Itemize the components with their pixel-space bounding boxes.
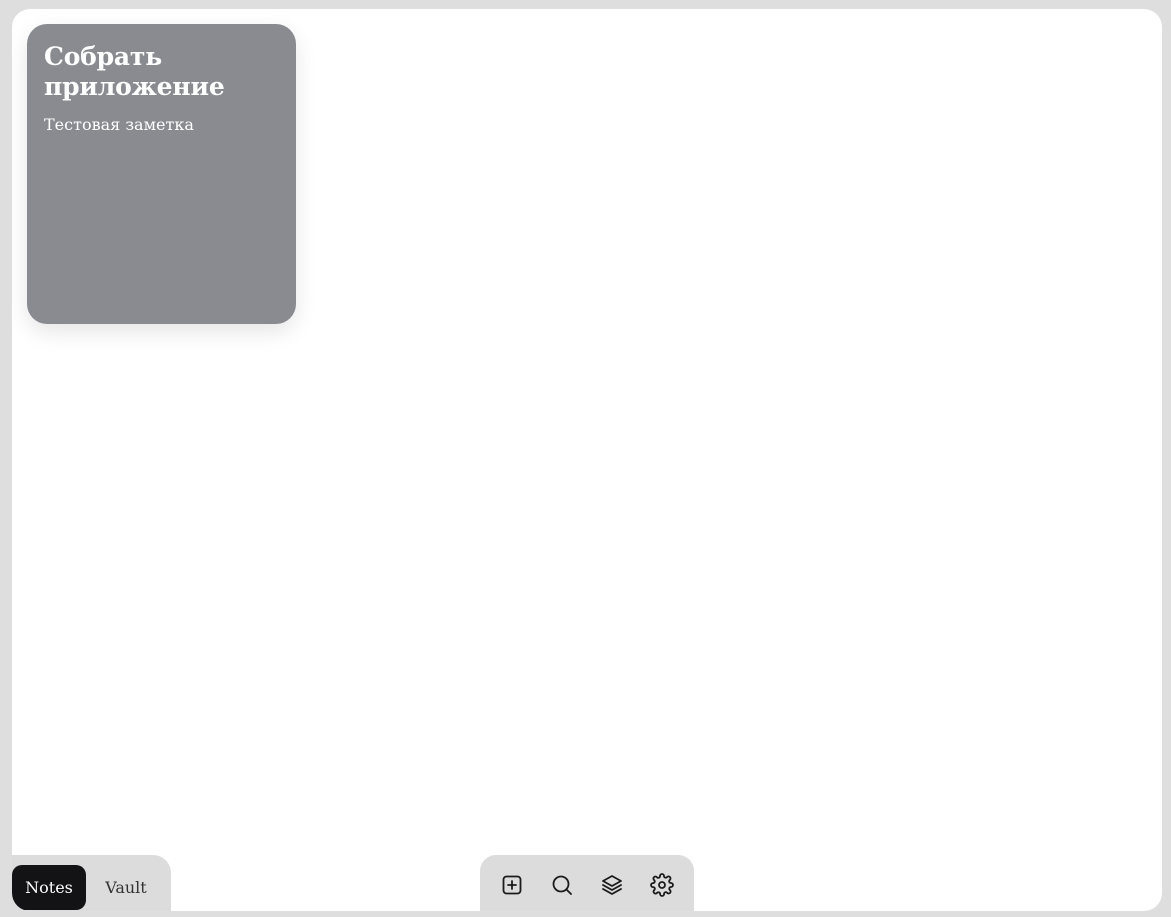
tab-notes[interactable]: Notes (12, 865, 86, 910)
tab-vault[interactable]: Vault (86, 865, 166, 910)
layers-button[interactable] (594, 867, 630, 903)
layers-icon (602, 875, 622, 895)
bottom-toolbar (480, 855, 694, 911)
mode-switch: Notes Vault (12, 855, 171, 911)
search-button[interactable] (544, 867, 580, 903)
settings-button[interactable] (644, 867, 680, 903)
search-icon (552, 875, 572, 895)
plus-square-icon (502, 875, 522, 895)
gear-icon (650, 873, 674, 897)
note-title: Собрать приложение (44, 42, 225, 101)
add-note-button[interactable] (494, 867, 530, 903)
note-body: Тестовая заметка (44, 115, 194, 134)
note-card[interactable]: Собрать приложение Тестовая заметка (27, 24, 296, 324)
notes-canvas: Собрать приложение Тестовая заметка Note… (12, 9, 1162, 911)
